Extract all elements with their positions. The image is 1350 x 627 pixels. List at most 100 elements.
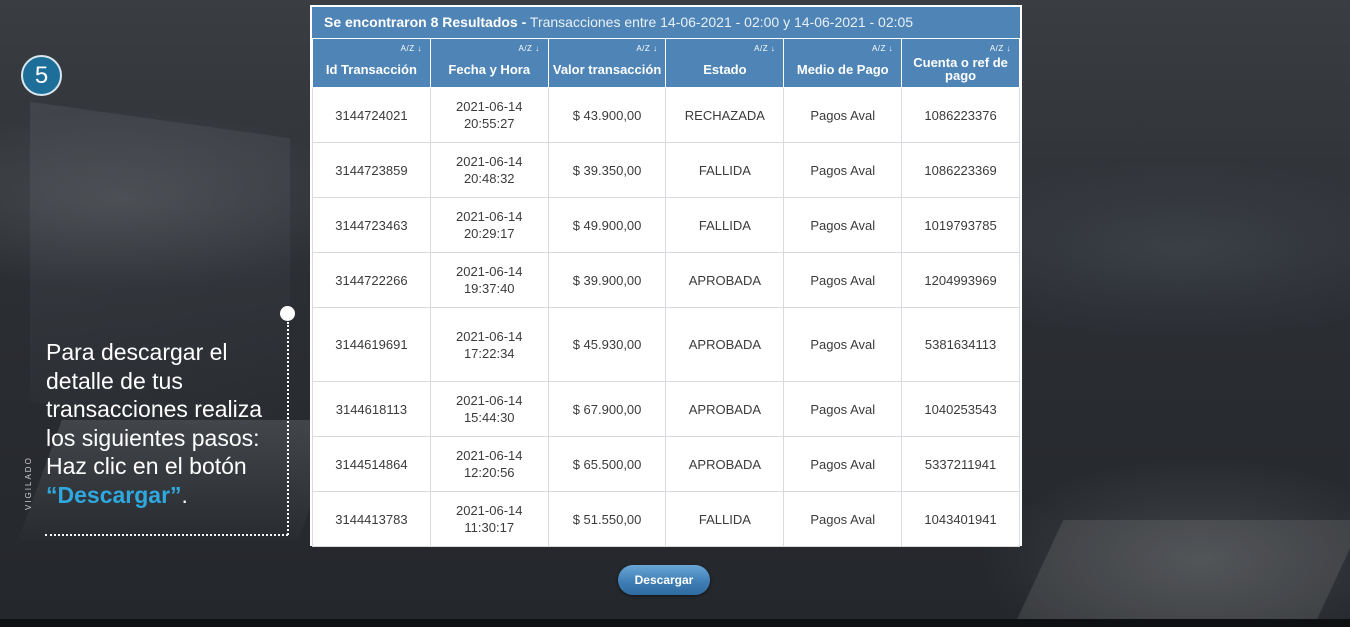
sort-az-icon[interactable]: A/Z ↓ [990,42,1011,55]
cell-method: Pagos Aval [783,381,903,437]
table-row: 3144413783 2021-06-14 11:30:17 $ 51.550,0… [312,491,1020,547]
timeline-horizontal-line [45,534,288,536]
table-row: 3144723463 2021-06-14 20:29:17 $ 49.900,0… [312,197,1020,253]
cell-time: 12:20:56 [463,465,515,480]
sort-az-icon[interactable]: A/Z ↓ [401,42,422,55]
cell-account: 5337211941 [901,436,1020,492]
cell-status: FALLIDA [665,491,785,547]
cell-time: 15:44:30 [463,410,515,425]
cell-status: FALLIDA [665,197,785,253]
cell-method: Pagos Aval [783,491,903,547]
cell-date: 2021-06-14 [455,154,523,169]
cell-status: APROBADA [665,252,785,308]
cell-date: 2021-06-14 [455,448,523,463]
cell-account: 1086223369 [901,142,1020,198]
transactions-table: A/Z ↓ Id Transacción A/Z ↓ Fecha y Hora A/… [312,38,1020,547]
table-row: 3144619691 2021-06-14 17:22:34 $ 45.930,0… [312,307,1020,382]
download-button[interactable]: Descargar [618,565,710,595]
cell-id: 3144723463 [312,197,431,253]
column-header-label: Cuenta o ref de pago [913,55,1008,83]
table-row: 3144723859 2021-06-14 20:48:32 $ 39.350,0… [312,142,1020,198]
table-row: 3144514864 2021-06-14 12:20:56 $ 65.500,0… [312,436,1020,492]
instructions-end: . [181,481,188,508]
column-header-label: Id Transacción [325,61,417,77]
timeline-dot [280,306,295,321]
cell-account: 1019793785 [901,197,1020,253]
cell-datetime: 2021-06-14 20:48:32 [429,142,549,198]
sort-az-icon[interactable]: A/Z ↓ [636,42,657,55]
cell-value: $ 39.900,00 [547,252,667,308]
cell-id: 3144722266 [312,252,431,308]
cell-method: Pagos Aval [783,87,903,143]
sort-az-icon[interactable]: A/Z ↓ [518,42,539,55]
cell-status: APROBADA [665,307,785,382]
cell-status: RECHAZADA [665,87,785,143]
results-header: Se encontraron 8 Resultados - Transaccio… [312,7,1020,38]
cell-account: 1043401941 [901,491,1020,547]
cell-method: Pagos Aval [783,436,903,492]
cell-datetime: 2021-06-14 15:44:30 [429,381,549,437]
sort-az-icon[interactable]: A/Z ↓ [754,42,775,55]
cell-time: 17:22:34 [463,345,515,361]
results-count: Se encontraron 8 Resultados - [324,14,527,30]
cell-datetime: 2021-06-14 20:29:17 [429,197,549,253]
cell-time: 20:55:27 [463,116,515,131]
cell-date: 2021-06-14 [455,209,523,224]
column-header-label: Estado [703,61,747,77]
cell-datetime: 2021-06-14 11:30:17 [429,491,549,547]
cell-id: 3144514864 [312,436,431,492]
cell-datetime: 2021-06-14 12:20:56 [429,436,549,492]
cell-value: $ 65.500,00 [547,436,667,492]
cell-status: APROBADA [665,436,785,492]
table-header-row: A/Z ↓ Id Transacción A/Z ↓ Fecha y Hora A/… [312,38,1020,88]
cell-time: 20:48:32 [463,171,515,186]
background-document [1016,520,1350,620]
cell-value: $ 49.900,00 [547,197,667,253]
column-header-id[interactable]: A/Z ↓ Id Transacción [312,38,431,88]
cell-date: 2021-06-14 [455,503,523,518]
instructions-body: Para descargar el detalle de tus transac… [46,339,263,479]
instructions-text: Para descargar el detalle de tus transac… [46,338,286,509]
sort-az-icon[interactable]: A/Z ↓ [872,42,893,55]
table-row: 3144618113 2021-06-14 15:44:30 $ 67.900,0… [312,381,1020,437]
cell-method: Pagos Aval [783,307,903,382]
column-header-account[interactable]: A/Z ↓ Cuenta o ref de pago [901,38,1020,88]
cell-id: 3144619691 [312,307,431,382]
column-header-label: Fecha y Hora [448,61,531,77]
column-header-status[interactable]: A/Z ↓ Estado [665,38,785,88]
cell-value: $ 51.550,00 [547,491,667,547]
table-row: 3144722266 2021-06-14 19:37:40 $ 39.900,0… [312,252,1020,308]
vigilado-label: VIGILADO [24,456,33,510]
cell-method: Pagos Aval [783,197,903,253]
cell-date: 2021-06-14 [455,99,523,114]
cell-date: 2021-06-14 [455,328,523,344]
cell-status: FALLIDA [665,142,785,198]
cell-value: $ 67.900,00 [547,381,667,437]
cell-method: Pagos Aval [783,142,903,198]
column-header-method[interactable]: A/Z ↓ Medio de Pago [783,38,903,88]
column-header-value[interactable]: A/Z ↓ Valor transacción [547,38,667,88]
step-number-badge: 5 [21,55,62,96]
cell-value: $ 43.900,00 [547,87,667,143]
bottom-bar [0,619,1350,627]
timeline-vertical-line [287,322,289,535]
cell-date: 2021-06-14 [455,264,523,279]
cell-date: 2021-06-14 [455,393,523,408]
column-header-date[interactable]: A/Z ↓ Fecha y Hora [429,38,549,88]
cell-status: APROBADA [665,381,785,437]
cell-id: 3144413783 [312,491,431,547]
cell-time: 11:30:17 [464,520,515,535]
instructions-highlight: “Descargar” [46,481,182,508]
cell-account: 1040253543 [901,381,1020,437]
cell-time: 19:37:40 [463,281,515,296]
table-row: 3144724021 2021-06-14 20:55:27 $ 43.900,0… [312,87,1020,143]
cell-method: Pagos Aval [783,252,903,308]
cell-datetime: 2021-06-14 17:22:34 [429,307,549,382]
cell-time: 20:29:17 [463,226,515,241]
cell-id: 3144724021 [312,87,431,143]
cell-id: 3144723859 [312,142,431,198]
cell-value: $ 45.930,00 [547,307,667,382]
cell-datetime: 2021-06-14 20:55:27 [429,87,549,143]
cell-id: 3144618113 [312,381,431,437]
cell-account: 1204993969 [901,252,1020,308]
